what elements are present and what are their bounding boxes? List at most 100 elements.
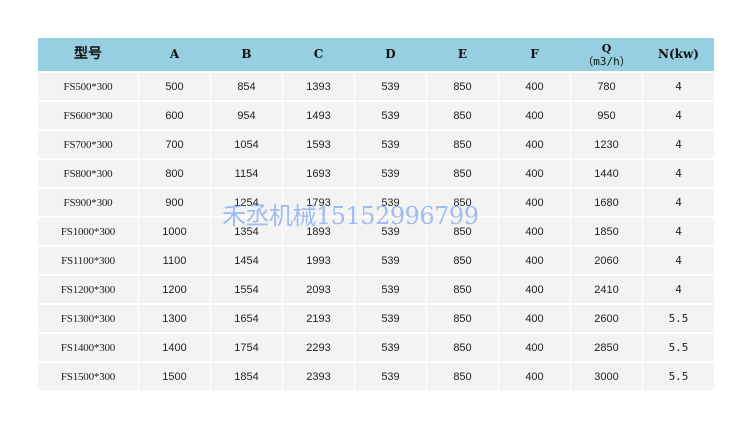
cell-d: 539 [354,160,426,187]
cell-n: 4 [642,218,714,245]
cell-q: 2600 [570,305,642,332]
cell-n: 5.5 [642,305,714,332]
cell-c: 2093 [282,276,354,303]
cell-n: 4 [642,102,714,129]
cell-a: 1500 [138,363,210,390]
cell-f: 400 [498,73,570,100]
cell-d: 539 [354,334,426,361]
cell-d: 539 [354,73,426,100]
cell-model: FS1500*300 [38,363,138,390]
cell-b: 1754 [210,334,282,361]
cell-f: 400 [498,189,570,216]
header-f: F [498,38,570,71]
cell-q: 2060 [570,247,642,274]
table-row: FS1400*300 1400 1754 2293 539 850 400 2850 5.5 [38,334,714,361]
header-e: E [426,38,498,71]
cell-model: FS1100*300 [38,247,138,274]
cell-b: 1054 [210,131,282,158]
cell-model: FS1000*300 [38,218,138,245]
header-n: N(kw) [642,38,714,71]
cell-d: 539 [354,131,426,158]
cell-q: 2850 [570,334,642,361]
cell-model: FS900*300 [38,189,138,216]
cell-d: 539 [354,247,426,274]
cell-d: 539 [354,305,426,332]
cell-n: 4 [642,160,714,187]
cell-q: 2410 [570,276,642,303]
cell-a: 1200 [138,276,210,303]
cell-d: 539 [354,189,426,216]
cell-model: FS600*300 [38,102,138,129]
cell-e: 850 [426,247,498,274]
cell-c: 1893 [282,218,354,245]
header-c: C [282,38,354,71]
cell-e: 850 [426,276,498,303]
cell-e: 850 [426,218,498,245]
cell-a: 900 [138,189,210,216]
spec-table: 型号 A B C D E F Q （m3/h） N(kw) FS500*300 5… [38,36,714,392]
cell-c: 1793 [282,189,354,216]
cell-model: FS1400*300 [38,334,138,361]
cell-a: 1000 [138,218,210,245]
cell-b: 1154 [210,160,282,187]
cell-b: 1354 [210,218,282,245]
table-row: FS900*300 900 1254 1793 539 850 400 1680 4 [38,189,714,216]
cell-q: 1680 [570,189,642,216]
cell-q: 3000 [570,363,642,390]
cell-n: 4 [642,131,714,158]
cell-n: 5.5 [642,334,714,361]
cell-c: 2193 [282,305,354,332]
cell-f: 400 [498,334,570,361]
cell-b: 1554 [210,276,282,303]
cell-b: 854 [210,73,282,100]
table-row: FS1200*300 1200 1554 2093 539 850 400 2410 4 [38,276,714,303]
cell-b: 1854 [210,363,282,390]
cell-model: FS700*300 [38,131,138,158]
header-d: D [354,38,426,71]
table-row: FS1000*300 1000 1354 1893 539 850 400 1850 4 [38,218,714,245]
header-q-label: Q [601,41,612,55]
table-row: FS500*300 500 854 1393 539 850 400 780 4 [38,73,714,100]
cell-d: 539 [354,102,426,129]
cell-b: 1654 [210,305,282,332]
cell-c: 1693 [282,160,354,187]
cell-b: 1454 [210,247,282,274]
cell-e: 850 [426,334,498,361]
header-model: 型号 [38,38,138,71]
table-row: FS600*300 600 954 1493 539 850 400 950 4 [38,102,714,129]
cell-e: 850 [426,131,498,158]
header-q: Q （m3/h） [570,38,642,71]
cell-f: 400 [498,305,570,332]
cell-e: 850 [426,160,498,187]
cell-e: 850 [426,102,498,129]
cell-e: 850 [426,189,498,216]
cell-e: 850 [426,305,498,332]
cell-b: 1254 [210,189,282,216]
cell-q: 780 [570,73,642,100]
cell-a: 1400 [138,334,210,361]
cell-c: 1493 [282,102,354,129]
cell-q: 1850 [570,218,642,245]
cell-n: 4 [642,276,714,303]
cell-a: 1300 [138,305,210,332]
cell-e: 850 [426,73,498,100]
table-body: FS500*300 500 854 1393 539 850 400 780 4 FS600*30… [38,73,714,390]
cell-e: 850 [426,363,498,390]
cell-q: 1230 [570,131,642,158]
cell-f: 400 [498,276,570,303]
cell-q: 1440 [570,160,642,187]
header-q-unit: （m3/h） [582,54,631,68]
cell-model: FS800*300 [38,160,138,187]
spec-table-container: 型号 A B C D E F Q （m3/h） N(kw) FS500*300 5… [38,36,714,392]
cell-a: 600 [138,102,210,129]
cell-f: 400 [498,131,570,158]
cell-f: 400 [498,102,570,129]
cell-f: 400 [498,160,570,187]
cell-q: 950 [570,102,642,129]
table-row: FS1100*300 1100 1454 1993 539 850 400 2060 4 [38,247,714,274]
cell-d: 539 [354,276,426,303]
cell-c: 1393 [282,73,354,100]
cell-a: 800 [138,160,210,187]
cell-n: 4 [642,73,714,100]
header-a: A [138,38,210,71]
